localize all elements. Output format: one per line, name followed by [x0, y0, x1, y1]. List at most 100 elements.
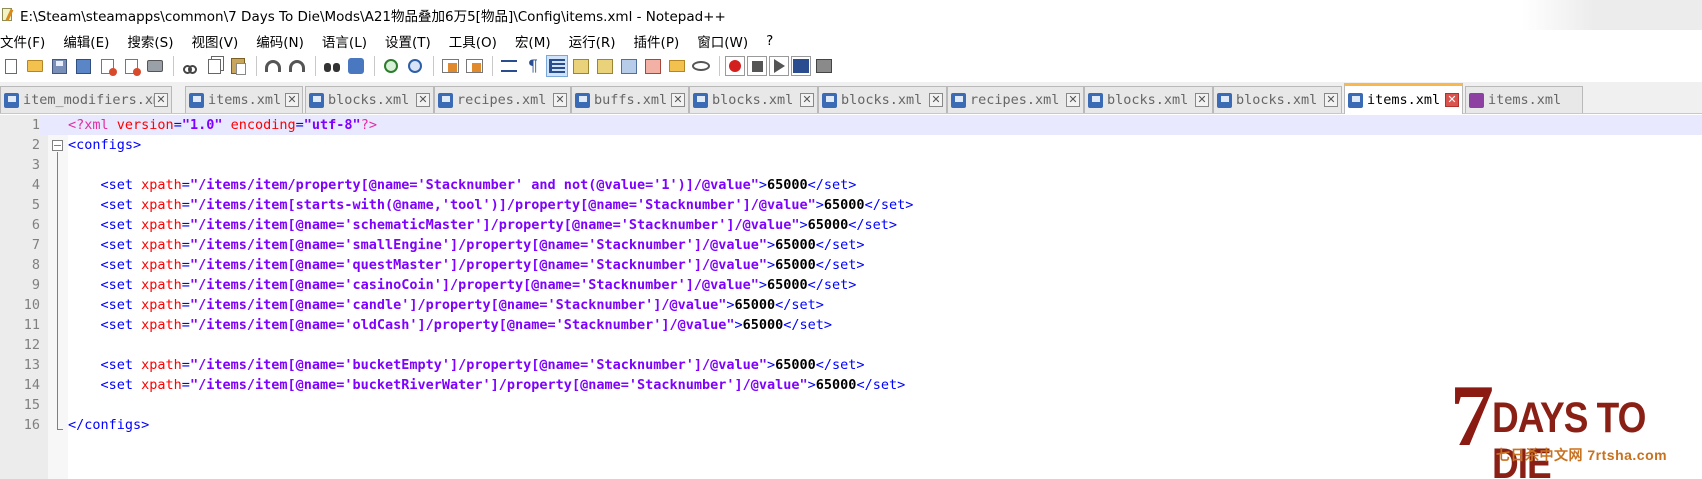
tab-close-icon[interactable]: ✕ [1324, 93, 1338, 107]
undo-button[interactable] [262, 55, 284, 77]
save-button[interactable] [48, 55, 70, 77]
save-all-button[interactable] [72, 55, 94, 77]
document-map-button[interactable] [594, 55, 616, 77]
seven-days-to-die-logo: 7 DAYS TO DIE 七日杀中文网 7rtsha.com [1450, 365, 1700, 479]
menu-search[interactable]: 搜索(S) [127, 31, 182, 51]
tab-items-xml[interactable]: items.xml [1465, 86, 1583, 113]
code-line[interactable]: 2 <configs> [0, 135, 1702, 155]
tab-blocks-xml[interactable]: blocks.xml ✕ [1084, 86, 1213, 113]
tab-buffs-xml[interactable]: buffs.xml ✕ [571, 86, 689, 113]
code-line[interactable]: 15 [0, 395, 1702, 415]
paste-button[interactable] [227, 55, 249, 77]
tab-blocks-xml[interactable]: blocks.xml ✕ [305, 86, 434, 113]
tab-close-icon[interactable]: ✕ [285, 93, 299, 107]
monitoring-button[interactable] [690, 55, 712, 77]
play-macro-button[interactable] [769, 56, 789, 76]
tab-close-icon[interactable]: ✕ [1445, 93, 1459, 107]
code-text: <set xpath="/items/item[starts-with(@nam… [68, 195, 914, 215]
code-line[interactable]: 4 <set xpath="/items/item/property[@name… [0, 175, 1702, 195]
tab-close-icon[interactable]: ✕ [671, 93, 685, 107]
tab-close-icon[interactable]: ✕ [416, 93, 430, 107]
tab-close-icon[interactable]: ✕ [800, 93, 814, 107]
menu-encoding[interactable]: 编码(N) [256, 31, 313, 51]
zoom-out-button[interactable] [404, 55, 426, 77]
tab-items-xml[interactable]: items.xml ✕ [185, 86, 303, 113]
stop-recording-button[interactable] [747, 56, 767, 76]
replace-button[interactable] [345, 55, 367, 77]
menu-view[interactable]: 视图(V) [192, 31, 248, 51]
run-macro-multiple-button[interactable] [791, 56, 811, 76]
word-wrap-button[interactable] [498, 55, 520, 77]
folder-workspace-button[interactable] [666, 55, 688, 77]
code-line[interactable]: 14 <set xpath="/items/item[@name='bucket… [0, 375, 1702, 395]
code-line[interactable]: 12 [0, 335, 1702, 355]
tab-close-icon[interactable]: ✕ [553, 93, 567, 107]
tab-item-modifiers-xml[interactable]: item_modifiers.xml ✕ [0, 86, 172, 113]
code-token-val: "/items/item[@name='oldCash']/property[@… [189, 317, 735, 333]
tab-recipes-xml[interactable]: recipes.xml ✕ [434, 86, 571, 113]
code-token-attr: xpath [141, 357, 182, 373]
code-token-txt: 65000 [775, 357, 816, 373]
close-button[interactable] [96, 55, 118, 77]
menu-window[interactable]: 窗口(W) [697, 31, 757, 51]
save-all-icon [75, 58, 91, 74]
code-token-tag: </set> [815, 237, 865, 253]
tab-close-icon[interactable]: ✕ [154, 93, 168, 107]
menu-help[interactable]: ? [766, 33, 782, 49]
code-line[interactable]: 6 <set xpath="/items/item[@name='schemat… [0, 215, 1702, 235]
sync-horizontal-button[interactable] [463, 55, 485, 77]
code-token-tag: </set> [815, 357, 865, 373]
redo-button[interactable] [286, 55, 308, 77]
doc-list-button[interactable] [642, 55, 664, 77]
sync-vertical-button[interactable] [439, 55, 461, 77]
toolbar: ¶ [0, 53, 1702, 79]
code-token-attr: xpath [141, 277, 182, 293]
tab-items-xml-active[interactable]: items.xml ✕ [1344, 83, 1463, 114]
title-bar: E:\Steam\steamapps\common\7 Days To Die\… [0, 0, 1702, 30]
code-line[interactable]: 13 <set xpath="/items/item[@name='bucket… [0, 355, 1702, 375]
tab-close-icon[interactable]: ✕ [1195, 93, 1209, 107]
code-line[interactable]: 9 <set xpath="/items/item[@name='casinoC… [0, 275, 1702, 295]
copy-button[interactable] [203, 55, 225, 77]
code-line[interactable]: 5 <set xpath="/items/item[starts-with(@n… [0, 195, 1702, 215]
code-line[interactable]: 7 <set xpath="/items/item[@name='smallEn… [0, 235, 1702, 255]
menu-file[interactable]: 文件(F) [0, 31, 54, 51]
tab-close-icon[interactable]: ✕ [1066, 93, 1080, 107]
tab-blocks-xml[interactable]: blocks.xml ✕ [818, 86, 947, 113]
menu-macro[interactable]: 宏(M) [515, 31, 560, 51]
function-list-button[interactable] [618, 55, 640, 77]
zoom-in-button[interactable] [380, 55, 402, 77]
new-file-button[interactable] [0, 55, 22, 77]
show-all-chars-button[interactable]: ¶ [522, 55, 544, 77]
user-language-button[interactable] [570, 55, 592, 77]
menu-run[interactable]: 运行(R) [569, 31, 625, 51]
open-file-button[interactable] [24, 55, 46, 77]
code-token-tag: </set> [864, 197, 914, 213]
tab-close-icon[interactable]: ✕ [929, 93, 943, 107]
code-token-tag: = [295, 117, 304, 133]
code-line[interactable]: 1 <?xml version="1.0" encoding="utf-8"?> [0, 115, 1702, 135]
tab-blocks-xml[interactable]: blocks.xml ✕ [689, 86, 818, 113]
text-editor[interactable]: 1 <?xml version="1.0" encoding="utf-8"?> 2… [0, 115, 1702, 479]
indent-guide-button[interactable] [546, 55, 568, 77]
menu-language[interactable]: 语言(L) [322, 31, 376, 51]
menu-tools[interactable]: 工具(O) [449, 31, 506, 51]
fold-collapse-icon[interactable] [52, 140, 63, 151]
code-line[interactable]: 10 <set xpath="/items/item[@name='candle… [0, 295, 1702, 315]
close-all-button[interactable] [120, 55, 142, 77]
menu-settings[interactable]: 设置(T) [385, 31, 440, 51]
code-line[interactable]: 8 <set xpath="/items/item[@name='questMa… [0, 255, 1702, 275]
record-macro-button[interactable] [725, 56, 745, 76]
cut-button[interactable] [179, 55, 201, 77]
line-number: 9 [31, 277, 40, 293]
menu-plugins[interactable]: 插件(P) [634, 31, 689, 51]
save-macro-button[interactable] [813, 55, 835, 77]
find-button[interactable] [321, 55, 343, 77]
tab-recipes-xml[interactable]: recipes.xml ✕ [947, 86, 1084, 113]
code-line[interactable]: 3 [0, 155, 1702, 175]
code-line[interactable]: 11 <set xpath="/items/item[@name='oldCas… [0, 315, 1702, 335]
menu-edit[interactable]: 编辑(E) [63, 31, 118, 51]
print-button[interactable] [144, 55, 166, 77]
code-line[interactable]: 16 </configs> [0, 415, 1702, 435]
tab-blocks-xml[interactable]: blocks.xml ✕ [1213, 86, 1342, 113]
